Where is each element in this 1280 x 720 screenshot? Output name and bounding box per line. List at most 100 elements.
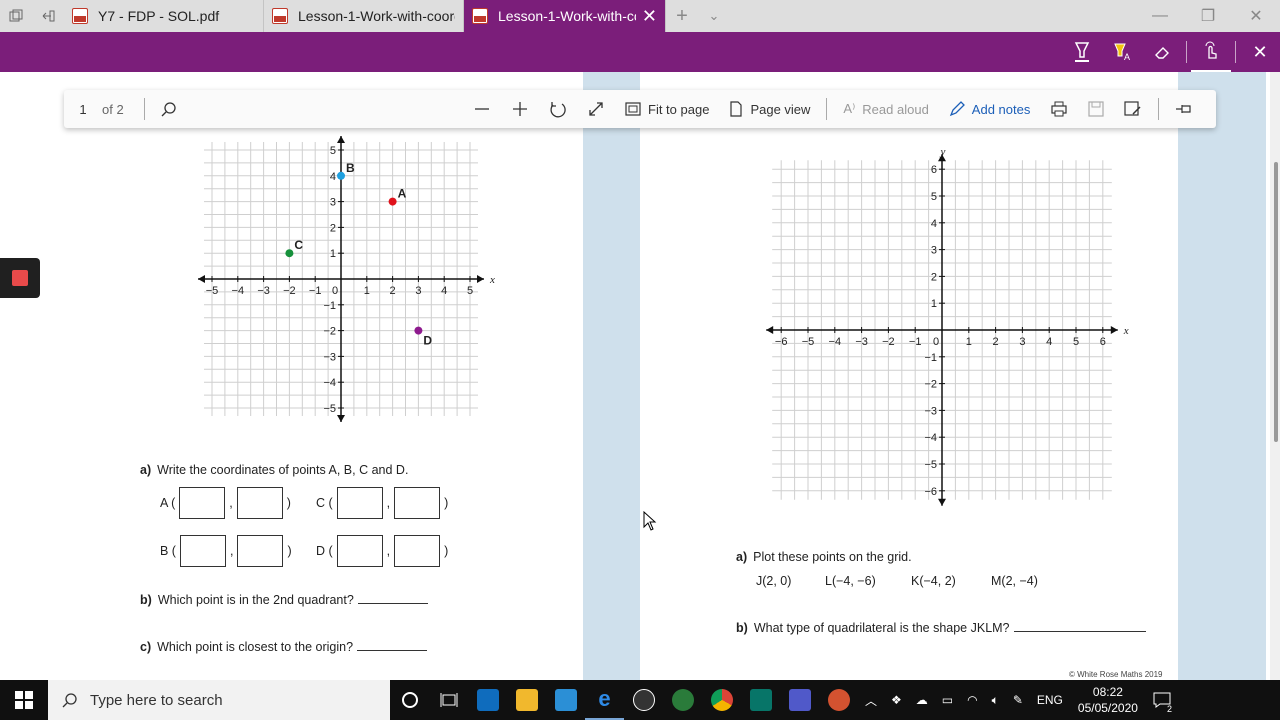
point-d [414, 326, 423, 335]
answer-box[interactable] [179, 535, 226, 567]
page-view-button[interactable]: Page view [719, 90, 820, 128]
answer-line[interactable] [357, 641, 428, 651]
close-tab-icon[interactable]: ✕ [642, 6, 657, 27]
pdf-file-icon [72, 8, 88, 24]
teams-app-icon[interactable] [780, 680, 819, 720]
question-text: Plot these points on the grid. [753, 550, 912, 564]
pin-toolbar-button[interactable] [1165, 90, 1203, 128]
chevron-down-icon[interactable]: ⌄ [698, 0, 730, 32]
page-margin [0, 72, 44, 680]
answer-box[interactable] [336, 535, 383, 567]
y-axis-arrow [938, 498, 946, 506]
point-a [388, 197, 397, 206]
answer-box[interactable] [236, 487, 283, 519]
store-app-icon[interactable] [546, 680, 585, 720]
tab-lesson-1-a[interactable]: Lesson-1-Work-with-coordi [264, 0, 464, 32]
publisher-app-icon[interactable] [741, 680, 780, 720]
tab-actions-icon[interactable] [0, 0, 32, 32]
mail-app-icon[interactable] [468, 680, 507, 720]
save-button[interactable] [1078, 90, 1114, 128]
clock[interactable]: 08:22 05/05/2020 [1070, 684, 1146, 716]
fullscreen-button[interactable] [577, 90, 615, 128]
point-b [337, 171, 345, 180]
record-button[interactable] [0, 258, 40, 298]
chrome-browser-icon[interactable] [702, 680, 741, 720]
answer-line[interactable] [357, 594, 428, 604]
dropbox-icon[interactable]: ❖ [884, 680, 909, 720]
tab-y7-fdp-sol[interactable]: Y7 - FDP - SOL.pdf [64, 0, 264, 32]
print-button[interactable] [1040, 90, 1078, 128]
point-to-plot: K(−4, 2) [911, 574, 956, 588]
question-b: b) What type of quadrilateral is the shap… [736, 621, 1146, 635]
tab-title: Y7 - FDP - SOL.pdf [98, 8, 220, 24]
battery-icon[interactable]: ▭ [935, 680, 960, 720]
zoom-in-button[interactable] [501, 90, 539, 128]
webcam-app-icon[interactable] [663, 680, 702, 720]
set-tabs-aside-icon[interactable] [32, 0, 64, 32]
search-button[interactable] [151, 90, 187, 128]
rotate-button[interactable] [539, 90, 577, 128]
close-icon[interactable]: ✕ [1240, 32, 1280, 72]
new-tab-button[interactable]: + [666, 0, 698, 32]
restore-button[interactable]: ❐ [1184, 0, 1232, 32]
x-tick-label: −5 [206, 285, 219, 297]
question-a: a) Plot these points on the grid. [736, 550, 912, 564]
vertical-scrollbar[interactable] [1270, 72, 1280, 680]
file-explorer-icon[interactable] [507, 680, 546, 720]
pen-workspace-icon[interactable]: ✎ [1006, 680, 1030, 720]
y-tick-label: −2 [323, 326, 336, 338]
x-tick-label: 1 [364, 285, 370, 297]
page-view-label: Page view [750, 101, 811, 117]
scrollbar-thumb[interactable] [1274, 162, 1278, 442]
powerpoint-app-icon[interactable] [819, 680, 858, 720]
answer-box[interactable] [336, 487, 383, 519]
answer-line[interactable] [1013, 622, 1146, 632]
task-view-icon[interactable] [429, 680, 468, 720]
touch-writing-icon[interactable] [1191, 32, 1231, 72]
toolbar-divider [1186, 41, 1187, 63]
x-tick-label: 2 [390, 285, 396, 297]
close-window-button[interactable]: ✕ [1232, 0, 1280, 32]
tab-lesson-1-active[interactable]: Lesson-1-Work-with-co ✕ [464, 0, 666, 32]
volume-icon[interactable]: 🔈︎ [985, 680, 1006, 720]
mouse-cursor-icon [643, 511, 657, 531]
notifications-icon[interactable]: 2 [1146, 680, 1178, 720]
start-button[interactable] [0, 680, 48, 720]
photos-app-icon[interactable] [624, 680, 663, 720]
answer-box[interactable] [179, 487, 226, 519]
x-tick-label: 5 [467, 285, 473, 297]
x-tick-label: −1 [909, 336, 922, 348]
highlight-icon[interactable]: A [1102, 32, 1142, 72]
language-indicator[interactable]: ENG [1030, 680, 1070, 720]
onedrive-cloud-icon[interactable]: ☁ [909, 680, 935, 720]
save-as-button[interactable] [1114, 90, 1152, 128]
add-notes-button[interactable]: Add notes [939, 90, 1041, 128]
x-axis-arrow [766, 326, 774, 334]
coord-label: C ( [316, 496, 333, 510]
toolbar-divider [144, 98, 145, 120]
wifi-icon[interactable]: ◠ [960, 680, 984, 720]
x-tick-label: 3 [415, 285, 421, 297]
point-c [285, 249, 294, 258]
minimize-button[interactable]: — [1136, 0, 1184, 32]
x-tick-label: 5 [1073, 336, 1079, 348]
eraser-icon[interactable] [1142, 32, 1182, 72]
x-tick-label: −2 [882, 336, 895, 348]
y-tick-label: 2 [330, 222, 336, 234]
show-hidden-icons-chevron-icon[interactable]: ︿ [858, 680, 884, 720]
answer-box[interactable] [394, 487, 441, 519]
pdf-viewer: −5 −4 −3 −2 −1 0 1 2 3 4 5 5 4 3 2 1 −1 −2 −3 −4 −5 x A B C D a) W… [0, 72, 1280, 680]
zoom-out-button[interactable] [463, 90, 501, 128]
page-number-input[interactable]: 1 [64, 102, 102, 117]
fit-to-page-button[interactable]: Fit to page [615, 90, 719, 128]
question-letter: c) [140, 640, 152, 654]
answer-box[interactable] [394, 535, 441, 567]
y-tick-label: 4 [931, 218, 937, 230]
answer-box[interactable] [237, 535, 284, 567]
draw-icon[interactable] [1062, 32, 1102, 72]
coordinate-grid-2: −6 −5 −4 −3 −2 −1 0 1 2 3 4 5 6 6 5 4 3 2 1 −1 −2 −3 −4 −5 −6 x y [766, 146, 1129, 506]
edge-browser-icon[interactable]: e [585, 680, 624, 720]
cortana-icon[interactable] [390, 680, 429, 720]
read-aloud-button[interactable]: A⁾ Read aloud [833, 90, 938, 128]
taskbar-search-box[interactable]: Type here to search [48, 680, 390, 720]
